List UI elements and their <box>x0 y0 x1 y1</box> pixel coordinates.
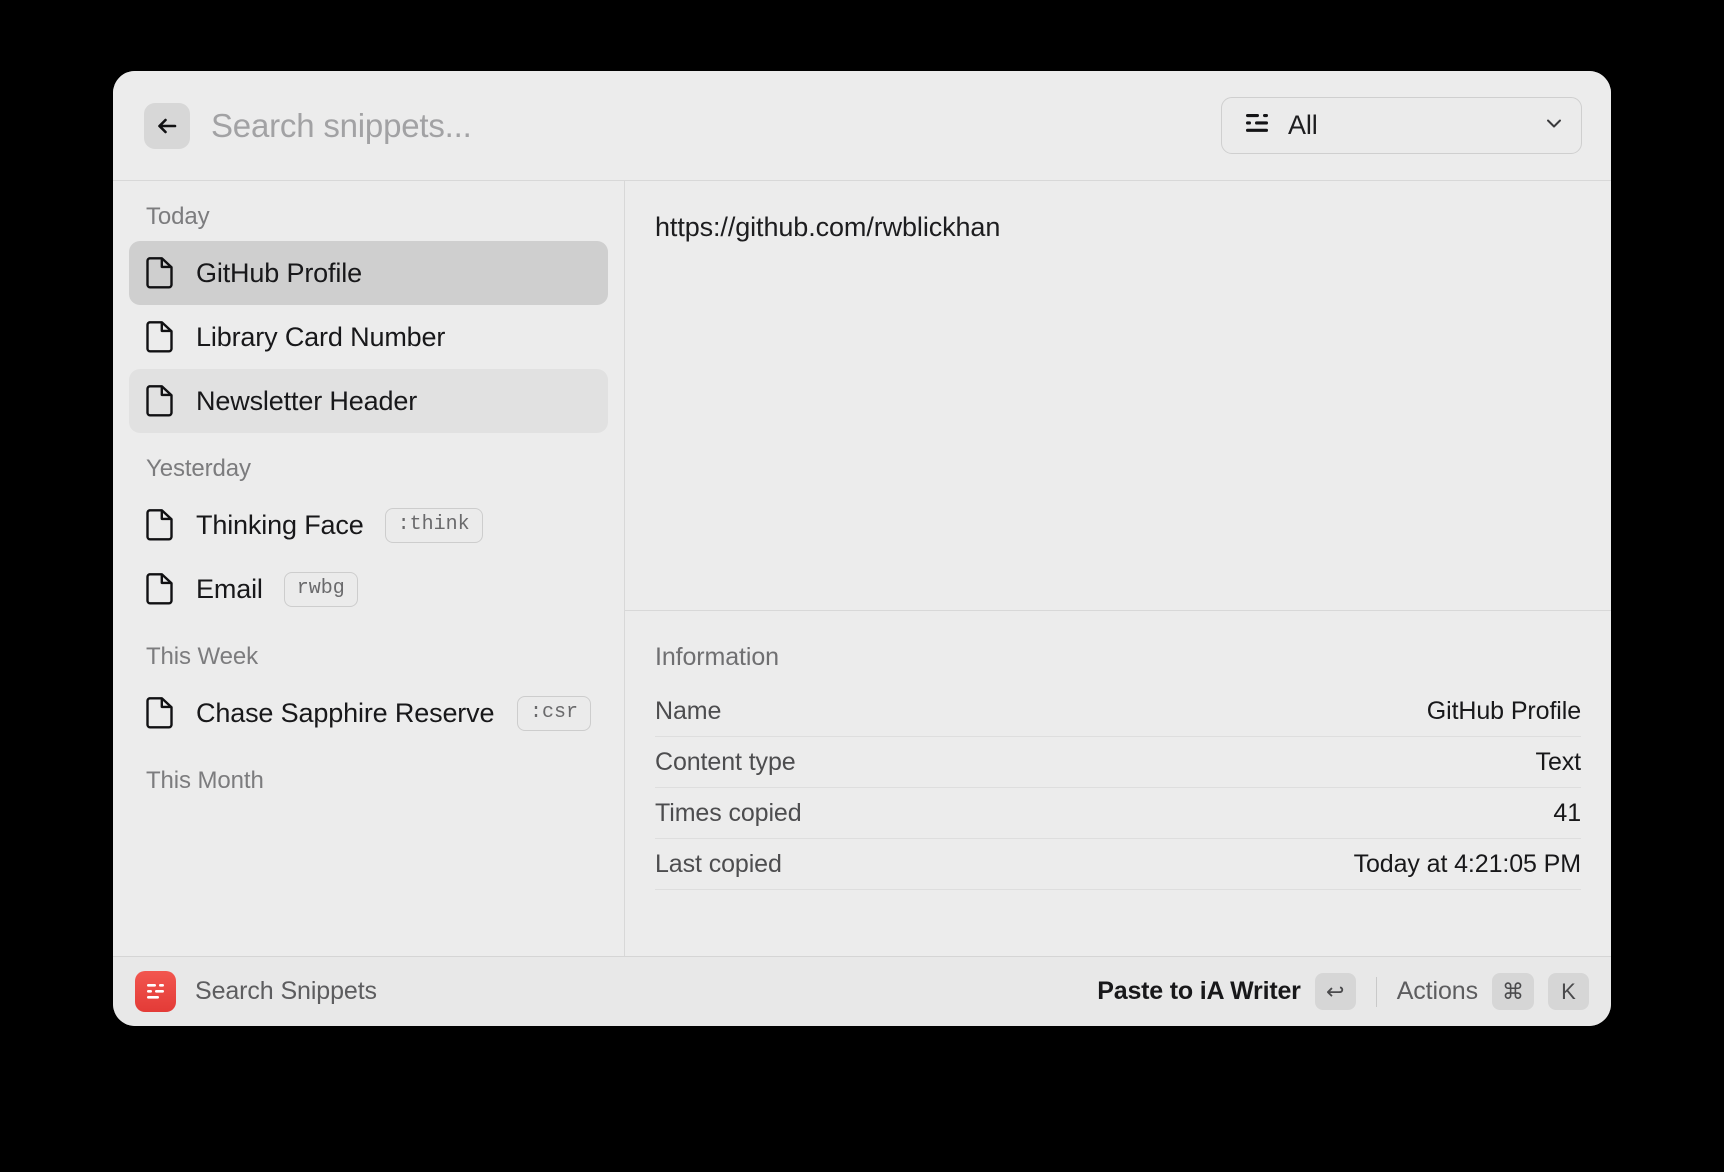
raycast-snippets-icon <box>135 971 176 1012</box>
snippets-sidebar[interactable]: Today GitHub Profile <box>113 181 625 956</box>
sidebar-item-label: Newsletter Header <box>196 386 417 417</box>
window-footer: Search Snippets Paste to iA Writer ↩ Act… <box>113 956 1611 1026</box>
search-input[interactable] <box>211 107 1221 145</box>
k-key-cap[interactable]: K <box>1548 973 1589 1010</box>
command-key-cap[interactable]: ⌘ <box>1492 973 1534 1010</box>
footer-divider <box>1376 977 1377 1007</box>
snippets-window: All Today <box>113 71 1611 1026</box>
information-panel: Information Name GitHub Profile Content … <box>625 610 1611 956</box>
document-icon <box>146 385 175 417</box>
filter-list-icon <box>1245 113 1271 138</box>
info-value: 41 <box>1553 799 1581 828</box>
document-icon <box>146 697 175 729</box>
info-key: Times copied <box>655 799 802 828</box>
info-key: Content type <box>655 748 796 777</box>
sidebar-item-chase-sapphire-reserve[interactable]: Chase Sapphire Reserve... :csr <box>129 681 608 745</box>
info-row-last-copied: Last copied Today at 4:21:05 PM <box>655 839 1581 890</box>
sidebar-item-label: Library Card Number <box>196 322 445 353</box>
sidebar-item-thinking-face[interactable]: Thinking Face :think <box>129 493 608 557</box>
window-header: All <box>113 71 1611 181</box>
sidebar-section-today: Today <box>129 181 608 241</box>
info-key: Last copied <box>655 850 782 879</box>
actions-label[interactable]: Actions <box>1397 977 1478 1006</box>
document-icon <box>146 573 175 605</box>
document-icon <box>146 321 175 353</box>
sidebar-item-library-card-number[interactable]: Library Card Number <box>129 305 608 369</box>
desktop-background: All Today <box>0 0 1724 1172</box>
info-value: Today at 4:21:05 PM <box>1354 850 1581 879</box>
search-field-wrapper[interactable] <box>190 71 1221 180</box>
info-row-name: Name GitHub Profile <box>655 686 1581 737</box>
return-key-cap[interactable]: ↩ <box>1315 973 1356 1010</box>
sidebar-item-github-profile[interactable]: GitHub Profile <box>129 241 608 305</box>
snippet-keyword-badge: :csr <box>517 696 591 731</box>
info-value: Text <box>1536 748 1581 777</box>
sidebar-section-this-week: This Week <box>129 621 608 681</box>
snippet-preview-text: https://github.com/rwblickhan <box>655 212 1581 243</box>
document-icon <box>146 257 175 289</box>
footer-app-name: Search Snippets <box>195 977 377 1006</box>
sidebar-item-label: Email <box>196 574 263 605</box>
snippet-detail-pane: https://github.com/rwblickhan Informatio… <box>625 181 1611 956</box>
snippet-preview: https://github.com/rwblickhan <box>625 181 1611 610</box>
sidebar-section-this-month: This Month <box>129 745 608 805</box>
filter-dropdown[interactable]: All <box>1221 97 1582 154</box>
info-value: GitHub Profile <box>1427 697 1581 726</box>
arrow-left-icon <box>154 113 180 139</box>
snippet-keyword-badge: :think <box>385 508 483 543</box>
filter-selected-label: All <box>1288 110 1525 141</box>
back-button[interactable] <box>144 103 190 149</box>
window-body: Today GitHub Profile <box>113 181 1611 956</box>
sidebar-item-newsletter-header[interactable]: Newsletter Header <box>129 369 608 433</box>
information-title: Information <box>655 611 1581 686</box>
info-key: Name <box>655 697 721 726</box>
snippet-keyword-badge: rwbg <box>284 572 358 607</box>
info-row-times-copied: Times copied 41 <box>655 788 1581 839</box>
info-row-content-type: Content type Text <box>655 737 1581 788</box>
primary-action-label[interactable]: Paste to iA Writer <box>1097 977 1300 1006</box>
sidebar-section-yesterday: Yesterday <box>129 433 608 493</box>
chevron-down-icon <box>1542 111 1566 140</box>
sidebar-item-label: Thinking Face <box>196 510 364 541</box>
document-icon <box>146 509 175 541</box>
sidebar-item-label: GitHub Profile <box>196 258 362 289</box>
sidebar-item-email[interactable]: Email rwbg <box>129 557 608 621</box>
sidebar-item-label: Chase Sapphire Reserve... <box>196 698 496 729</box>
